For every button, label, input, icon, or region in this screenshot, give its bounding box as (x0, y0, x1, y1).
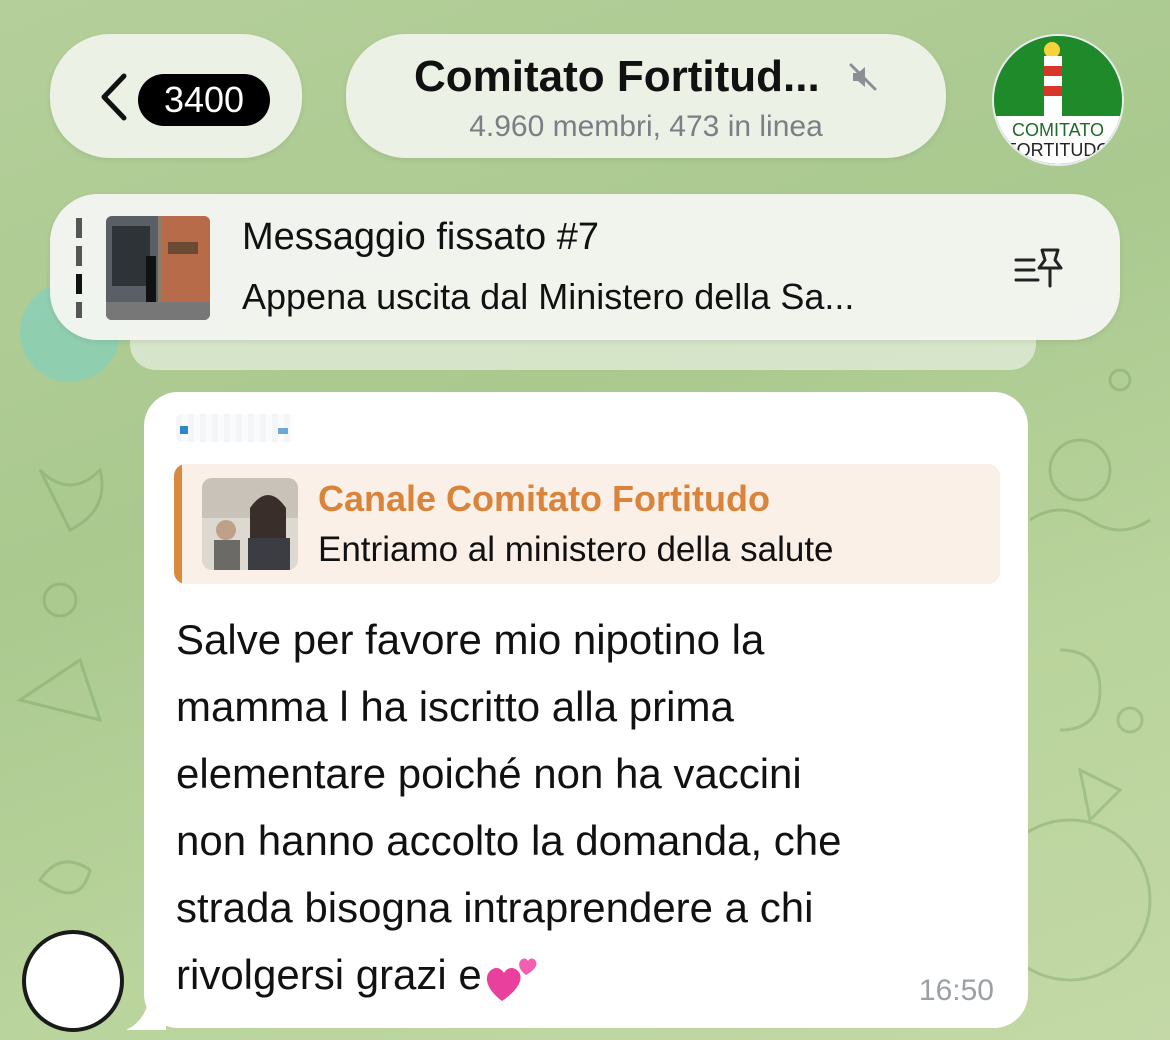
forward-preview-text: Entriamo al ministero della salute (318, 530, 834, 569)
message-text: Salve per favore mio nipotino la mamma l… (176, 606, 996, 1008)
redacted-user-avatar[interactable] (22, 930, 124, 1032)
chat-title: Comitato Fortitud... (346, 50, 946, 102)
pinned-preview-text: Appena uscita dal Ministero della Sa... (242, 276, 855, 317)
back-button[interactable]: 3400 (50, 34, 302, 158)
message-body: Salve per favore mio nipotino la mamma l… (176, 616, 842, 998)
pin-list-icon[interactable] (1014, 246, 1064, 290)
forward-source-name: Canale Comitato Fortitudo (318, 478, 770, 519)
pinned-thumbnail (106, 216, 210, 320)
chat-title-text: Comitato Fortitud... (414, 52, 820, 102)
lighthouse-logo: COMITATO FORTITUDO (994, 36, 1122, 164)
message-bubble[interactable]: Canale Comitato Fortitudo Entriamo al mi… (144, 392, 1028, 1028)
pinned-message-bar[interactable]: Messaggio fissato #7 Appena uscita dal M… (50, 194, 1120, 340)
two-hearts-icon (486, 958, 537, 1001)
chat-header[interactable]: Comitato Fortitud... 4.960 membri, 473 i… (346, 34, 946, 158)
chat-subtitle: 4.960 membri, 473 in linea (469, 110, 823, 143)
forwarded-thumbnail (202, 478, 298, 570)
forwarded-message-card[interactable]: Canale Comitato Fortitudo Entriamo al mi… (174, 464, 1000, 584)
unread-count-badge: 3400 (138, 74, 270, 126)
chevron-left-icon (101, 73, 127, 121)
redacted-sender-name (176, 414, 294, 442)
svg-text:COMITATO: COMITATO (1012, 120, 1104, 140)
message-timestamp: 16:50 (918, 974, 994, 1007)
bubble-tail (126, 990, 166, 1030)
pinned-title: Messaggio fissato #7 (242, 216, 599, 258)
mute-icon (849, 63, 877, 91)
forward-accent-bar (174, 464, 182, 584)
previous-message-bubble (130, 336, 1036, 370)
group-avatar[interactable]: COMITATO FORTITUDO (992, 34, 1124, 166)
pin-position-indicator (76, 218, 82, 318)
